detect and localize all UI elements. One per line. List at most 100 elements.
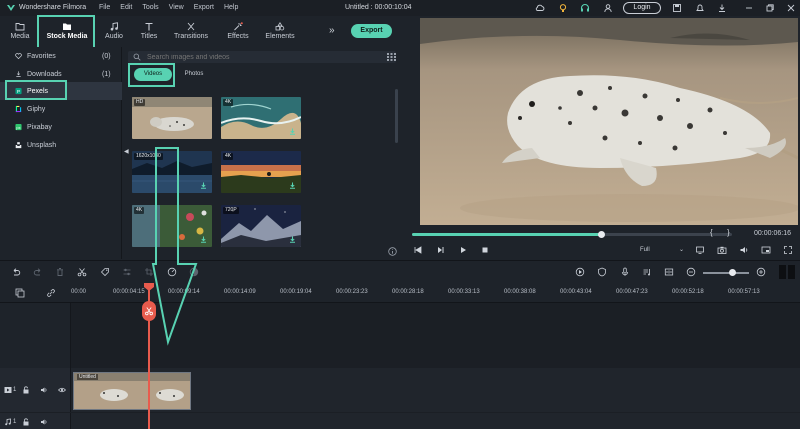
audio-track-row[interactable]	[71, 413, 800, 429]
video-preview[interactable]	[420, 18, 798, 225]
account-icon[interactable]	[603, 3, 613, 13]
previous-frame-icon[interactable]	[413, 245, 423, 255]
update-download-icon[interactable]	[717, 3, 727, 13]
ruler-label: 00:00:23:23	[336, 289, 368, 295]
media-thumbnail[interactable]: 4K	[221, 97, 301, 139]
pixabay-icon: px	[15, 123, 22, 131]
grid-view-icon[interactable]	[387, 53, 396, 61]
media-thumbnail[interactable]: HD	[132, 97, 212, 139]
tab-titles[interactable]: Titles	[138, 18, 160, 43]
lock-icon[interactable]	[22, 386, 30, 394]
delete-icon[interactable]	[55, 267, 65, 277]
play-pause-icon[interactable]	[436, 245, 446, 255]
eye-icon[interactable]	[58, 386, 66, 394]
mark-in-bracket-icon[interactable]: {	[710, 228, 713, 237]
sidebar-item-label: Downloads	[27, 70, 62, 78]
download-icon[interactable]	[289, 128, 296, 135]
zoom-slider[interactable]	[703, 272, 749, 274]
redo-icon[interactable]	[33, 267, 43, 277]
panel-toggle-icon[interactable]	[788, 265, 795, 279]
tab-elements[interactable]: Elements	[264, 18, 296, 43]
cloud-icon[interactable]	[535, 3, 545, 13]
fullscreen-icon[interactable]	[783, 245, 793, 255]
adjust-icon[interactable]	[122, 267, 132, 277]
stock-sources-sidebar: Favorites (0) Downloads (1) P Pexels Gip…	[0, 47, 122, 259]
ruler-label: 00:00:43:04	[560, 289, 592, 295]
menu-export[interactable]: Export	[194, 4, 214, 11]
speaker-icon[interactable]	[40, 386, 48, 394]
zoom-slider-knob[interactable]	[729, 269, 736, 276]
more-tabs-chevron-icon[interactable]: »	[329, 25, 335, 36]
menu-help[interactable]: Help	[224, 4, 238, 11]
render-icon[interactable]	[575, 267, 585, 277]
audio-mixer-icon[interactable]	[642, 267, 652, 277]
resolution-badge: 4K	[223, 153, 234, 160]
display-icon[interactable]	[695, 245, 705, 255]
add-track-icon[interactable]	[15, 288, 25, 298]
close-icon[interactable]	[786, 3, 796, 13]
tab-media[interactable]: Media	[8, 18, 32, 43]
collapse-sidebar-arrow-icon[interactable]: ◀	[124, 148, 129, 155]
browser-scrollbar[interactable]	[395, 89, 398, 143]
preview-progress-bar[interactable]	[412, 231, 732, 238]
save-icon[interactable]	[672, 3, 682, 13]
zoom-out-icon[interactable]	[686, 267, 696, 277]
minimize-icon[interactable]	[744, 3, 754, 13]
sidebar-item-unsplash[interactable]: Unsplash	[0, 136, 122, 154]
progress-knob[interactable]	[597, 231, 605, 238]
volume-icon[interactable]	[739, 245, 749, 255]
tag-icon[interactable]	[100, 267, 110, 277]
download-icon[interactable]	[200, 182, 207, 189]
ruler-label: 00:00:38:08	[504, 289, 536, 295]
zoom-in-icon[interactable]	[756, 267, 766, 277]
menu-tools[interactable]: Tools	[142, 4, 158, 11]
sidebar-item-label: Favorites	[27, 52, 56, 60]
filter-photos-button[interactable]: Photos	[178, 68, 210, 81]
folder-icon	[15, 22, 25, 30]
cut-scissors-icon[interactable]	[77, 267, 87, 277]
download-icon[interactable]	[289, 182, 296, 189]
ruler-label: 00:00:28:18	[392, 289, 424, 295]
menu-view[interactable]: View	[169, 4, 184, 11]
stop-icon[interactable]	[480, 245, 490, 255]
restore-icon[interactable]	[765, 3, 775, 13]
microphone-icon[interactable]	[620, 267, 630, 277]
lightbulb-icon[interactable]	[558, 3, 568, 13]
voiceover-icon[interactable]	[664, 267, 674, 277]
timeline-ruler[interactable]: 00:00 00:00:04:15 00:00:09:14 00:00:14:0…	[0, 283, 800, 303]
document-title: Untitled : 00:00:10:04	[345, 4, 412, 11]
mark-out-bracket-icon[interactable]: }	[727, 228, 730, 237]
quality-select[interactable]: Full	[640, 247, 650, 253]
link-icon[interactable]	[46, 288, 56, 298]
info-icon[interactable]	[388, 247, 397, 256]
video-clip[interactable]: Untitled	[73, 372, 191, 410]
play-icon[interactable]	[458, 245, 468, 255]
ruler-label: 00:00:19:04	[280, 289, 312, 295]
panel-toggle-icon[interactable]	[779, 265, 786, 279]
menu-file[interactable]: File	[99, 4, 110, 11]
chevron-down-icon[interactable]: ⌄	[679, 246, 684, 253]
speaker-icon[interactable]	[40, 418, 48, 426]
lock-icon[interactable]	[22, 418, 30, 426]
snapshot-camera-icon[interactable]	[717, 245, 727, 255]
menu-edit[interactable]: Edit	[120, 4, 132, 11]
tab-audio[interactable]: Audio	[103, 18, 125, 43]
export-button[interactable]: Export	[351, 24, 392, 38]
sidebar-item-favorites[interactable]: Favorites (0)	[0, 47, 122, 65]
media-thumbnail[interactable]: 4K	[221, 151, 301, 193]
sidebar-item-pixabay[interactable]: px Pixabay	[0, 118, 122, 136]
shield-mark-icon[interactable]	[597, 267, 607, 277]
headset-icon[interactable]	[580, 3, 590, 13]
tab-elements-label: Elements	[265, 32, 295, 40]
pip-icon[interactable]	[761, 245, 771, 255]
media-thumbnail[interactable]: 720P	[221, 205, 301, 247]
login-button[interactable]: Login	[623, 2, 661, 14]
download-icon[interactable]	[289, 236, 296, 243]
search-input[interactable]	[147, 52, 367, 62]
download-icon[interactable]	[200, 236, 207, 243]
sidebar-item-giphy[interactable]: Giphy	[0, 100, 122, 118]
undo-icon[interactable]	[11, 267, 21, 277]
notification-icon[interactable]	[695, 3, 705, 13]
tab-transitions[interactable]: Transitions	[173, 18, 209, 43]
tab-effects[interactable]: Effects	[224, 18, 252, 43]
